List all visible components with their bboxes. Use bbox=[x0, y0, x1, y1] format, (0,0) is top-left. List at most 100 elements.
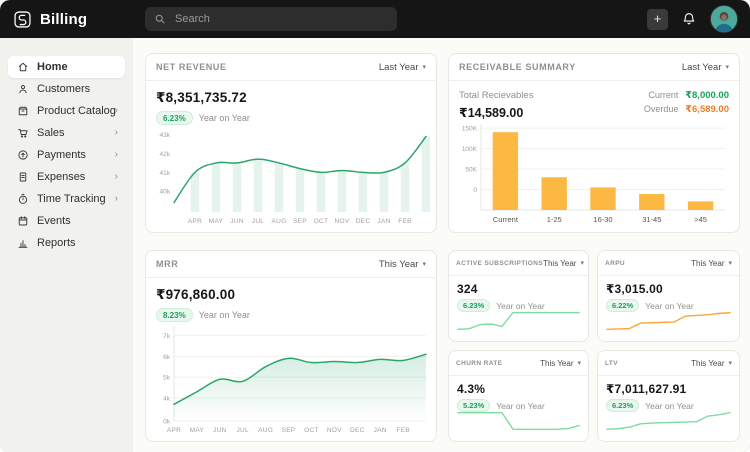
search-input[interactable] bbox=[173, 12, 388, 26]
svg-text:OCT: OCT bbox=[304, 427, 319, 434]
current-value: ₹8,000.00 bbox=[685, 90, 729, 101]
card-header: ARPU This Year ▾ bbox=[598, 251, 739, 276]
sidebar-item-label: Home bbox=[37, 61, 68, 73]
overdue-value: ₹6,589.00 bbox=[685, 104, 729, 115]
card-title: CHURN RATE bbox=[456, 360, 503, 367]
chevron-right-icon: › bbox=[115, 172, 118, 182]
active-subscriptions-period-dropdown[interactable]: This Year ▾ bbox=[543, 259, 584, 268]
chevron-right-icon: › bbox=[115, 150, 118, 160]
receivable-totals: Total Recievables ₹14,589.00 Current ₹8,… bbox=[449, 81, 739, 120]
card-header: LTV This Year ▾ bbox=[598, 351, 739, 376]
svg-text:APR: APR bbox=[167, 427, 181, 434]
svg-text:41k: 41k bbox=[160, 170, 171, 177]
svg-text:JUN: JUN bbox=[213, 427, 227, 434]
svg-text:FEB: FEB bbox=[396, 427, 410, 434]
svg-text:150K: 150K bbox=[462, 126, 478, 133]
svg-text:SEP: SEP bbox=[293, 218, 307, 225]
sidebar-item-expenses[interactable]: Expenses › bbox=[8, 166, 125, 188]
ltv-period-dropdown[interactable]: This Year ▾ bbox=[691, 359, 732, 368]
sidebar-item-label: Sales bbox=[37, 127, 65, 139]
sidebar-item-label: Time Tracking bbox=[37, 193, 106, 205]
svg-text:5k: 5k bbox=[163, 375, 171, 382]
customers-icon bbox=[17, 83, 29, 95]
yoy-label: Year on Year bbox=[199, 310, 250, 320]
svg-text:43k: 43k bbox=[160, 132, 171, 139]
sidebar-item-reports[interactable]: Reports bbox=[8, 232, 125, 254]
active-subscriptions-value: 324 bbox=[457, 282, 580, 296]
sidebar-item-sales[interactable]: Sales › bbox=[8, 122, 125, 144]
ltv-sparkline bbox=[606, 406, 731, 435]
growth-badge: 6.23% bbox=[156, 111, 193, 125]
arpu-sparkline bbox=[606, 306, 731, 335]
quick-create-button[interactable]: + bbox=[647, 9, 668, 30]
sidebar-item-time-tracking[interactable]: Time Tracking › bbox=[8, 188, 125, 210]
svg-text:MAY: MAY bbox=[190, 427, 205, 434]
sidebar-item-events[interactable]: Events bbox=[8, 210, 125, 232]
svg-text:7k: 7k bbox=[163, 333, 171, 340]
billing-logo-icon bbox=[13, 10, 32, 29]
svg-text:Current: Current bbox=[493, 215, 519, 224]
svg-text:OCT: OCT bbox=[314, 218, 329, 225]
period-label: This Year bbox=[543, 259, 576, 268]
churn-rate-period-dropdown[interactable]: This Year ▾ bbox=[540, 359, 581, 368]
receivable-period-dropdown[interactable]: Last Year ▾ bbox=[682, 62, 729, 73]
topbar: Billing + bbox=[0, 0, 750, 38]
svg-text:AUG: AUG bbox=[258, 427, 273, 434]
svg-text:DEC: DEC bbox=[350, 427, 365, 434]
svg-text:4k: 4k bbox=[163, 396, 171, 403]
receivable-summary-card: RECEIVABLE SUMMARY Last Year ▾ Total Rec… bbox=[448, 53, 740, 233]
svg-text:JUL: JUL bbox=[252, 218, 265, 225]
card-header: ACTIVE SUBSCRIPTIONS This Year ▾ bbox=[449, 251, 588, 276]
svg-text:0k: 0k bbox=[163, 419, 171, 426]
sidebar-item-customers[interactable]: Customers bbox=[8, 78, 125, 100]
arpu-period-dropdown[interactable]: This Year ▾ bbox=[691, 259, 732, 268]
kpi-block: ₹8,351,735.72 6.23% Year on Year bbox=[146, 81, 436, 125]
svg-text:6k: 6k bbox=[163, 354, 171, 361]
sidebar-item-label: Events bbox=[37, 215, 71, 227]
kpi-block: ₹976,860.00 8.23% Year on Year bbox=[146, 278, 436, 322]
churn-rate-sparkline bbox=[457, 406, 580, 435]
mrr-period-dropdown[interactable]: This Year ▾ bbox=[379, 259, 426, 270]
chevron-right-icon: › bbox=[115, 106, 118, 116]
receivable-aging-chart: Current1-2516-3031-45>45150K100K50K0 bbox=[457, 120, 729, 225]
net-revenue-chart: 43k42k41k40kAPRMAYJUNJULAUGSEPOCTNOVDECJ… bbox=[152, 125, 430, 225]
svg-text:>45: >45 bbox=[694, 215, 707, 224]
sidebar-item-label: Expenses bbox=[37, 171, 85, 183]
chevron-right-icon: › bbox=[115, 128, 118, 138]
home-icon bbox=[17, 61, 29, 73]
svg-text:JAN: JAN bbox=[374, 427, 387, 434]
svg-text:42k: 42k bbox=[160, 151, 171, 158]
card-title: MRR bbox=[156, 259, 178, 269]
card-title: ACTIVE SUBSCRIPTIONS bbox=[456, 260, 543, 267]
period-label: Last Year bbox=[379, 62, 419, 73]
global-search[interactable] bbox=[145, 7, 397, 31]
sidebar-item-payments[interactable]: Payments › bbox=[8, 144, 125, 166]
notifications-bell-icon[interactable] bbox=[681, 11, 697, 27]
svg-text:40k: 40k bbox=[160, 189, 171, 196]
net-revenue-period-dropdown[interactable]: Last Year ▾ bbox=[379, 62, 426, 73]
total-receivables-label: Total Recievables bbox=[459, 90, 533, 101]
sidebar-item-product-catalog[interactable]: Product Catalog › bbox=[8, 100, 125, 122]
sidebar-item-label: Customers bbox=[37, 83, 90, 95]
mrr-card: MRR This Year ▾ ₹976,860.00 8.23% Year o… bbox=[145, 250, 437, 442]
period-label: Last Year bbox=[682, 62, 722, 73]
sidebar-item-home[interactable]: Home bbox=[8, 56, 125, 78]
sidebar-item-label: Product Catalog bbox=[37, 105, 116, 117]
chevron-right-icon: › bbox=[115, 194, 118, 204]
svg-text:16-30: 16-30 bbox=[593, 215, 612, 224]
ltv-value: ₹7,011,627.91 bbox=[606, 382, 731, 396]
time-tracking-icon bbox=[17, 193, 29, 205]
user-avatar[interactable] bbox=[710, 5, 738, 33]
active-subscriptions-sparkline bbox=[457, 306, 580, 335]
svg-text:JUL: JUL bbox=[236, 427, 249, 434]
svg-text:SEP: SEP bbox=[282, 427, 296, 434]
svg-text:DEC: DEC bbox=[356, 218, 371, 225]
card-title: ARPU bbox=[605, 260, 625, 267]
sidebar-item-label: Reports bbox=[37, 237, 76, 249]
billing-dashboard: Billing + bbox=[0, 0, 750, 452]
current-label: Current bbox=[648, 90, 678, 100]
mrr-value: ₹976,860.00 bbox=[156, 287, 426, 303]
svg-text:FEB: FEB bbox=[398, 218, 412, 225]
svg-text:100K: 100K bbox=[462, 146, 478, 153]
arpu-value: ₹3,015.00 bbox=[606, 282, 731, 296]
